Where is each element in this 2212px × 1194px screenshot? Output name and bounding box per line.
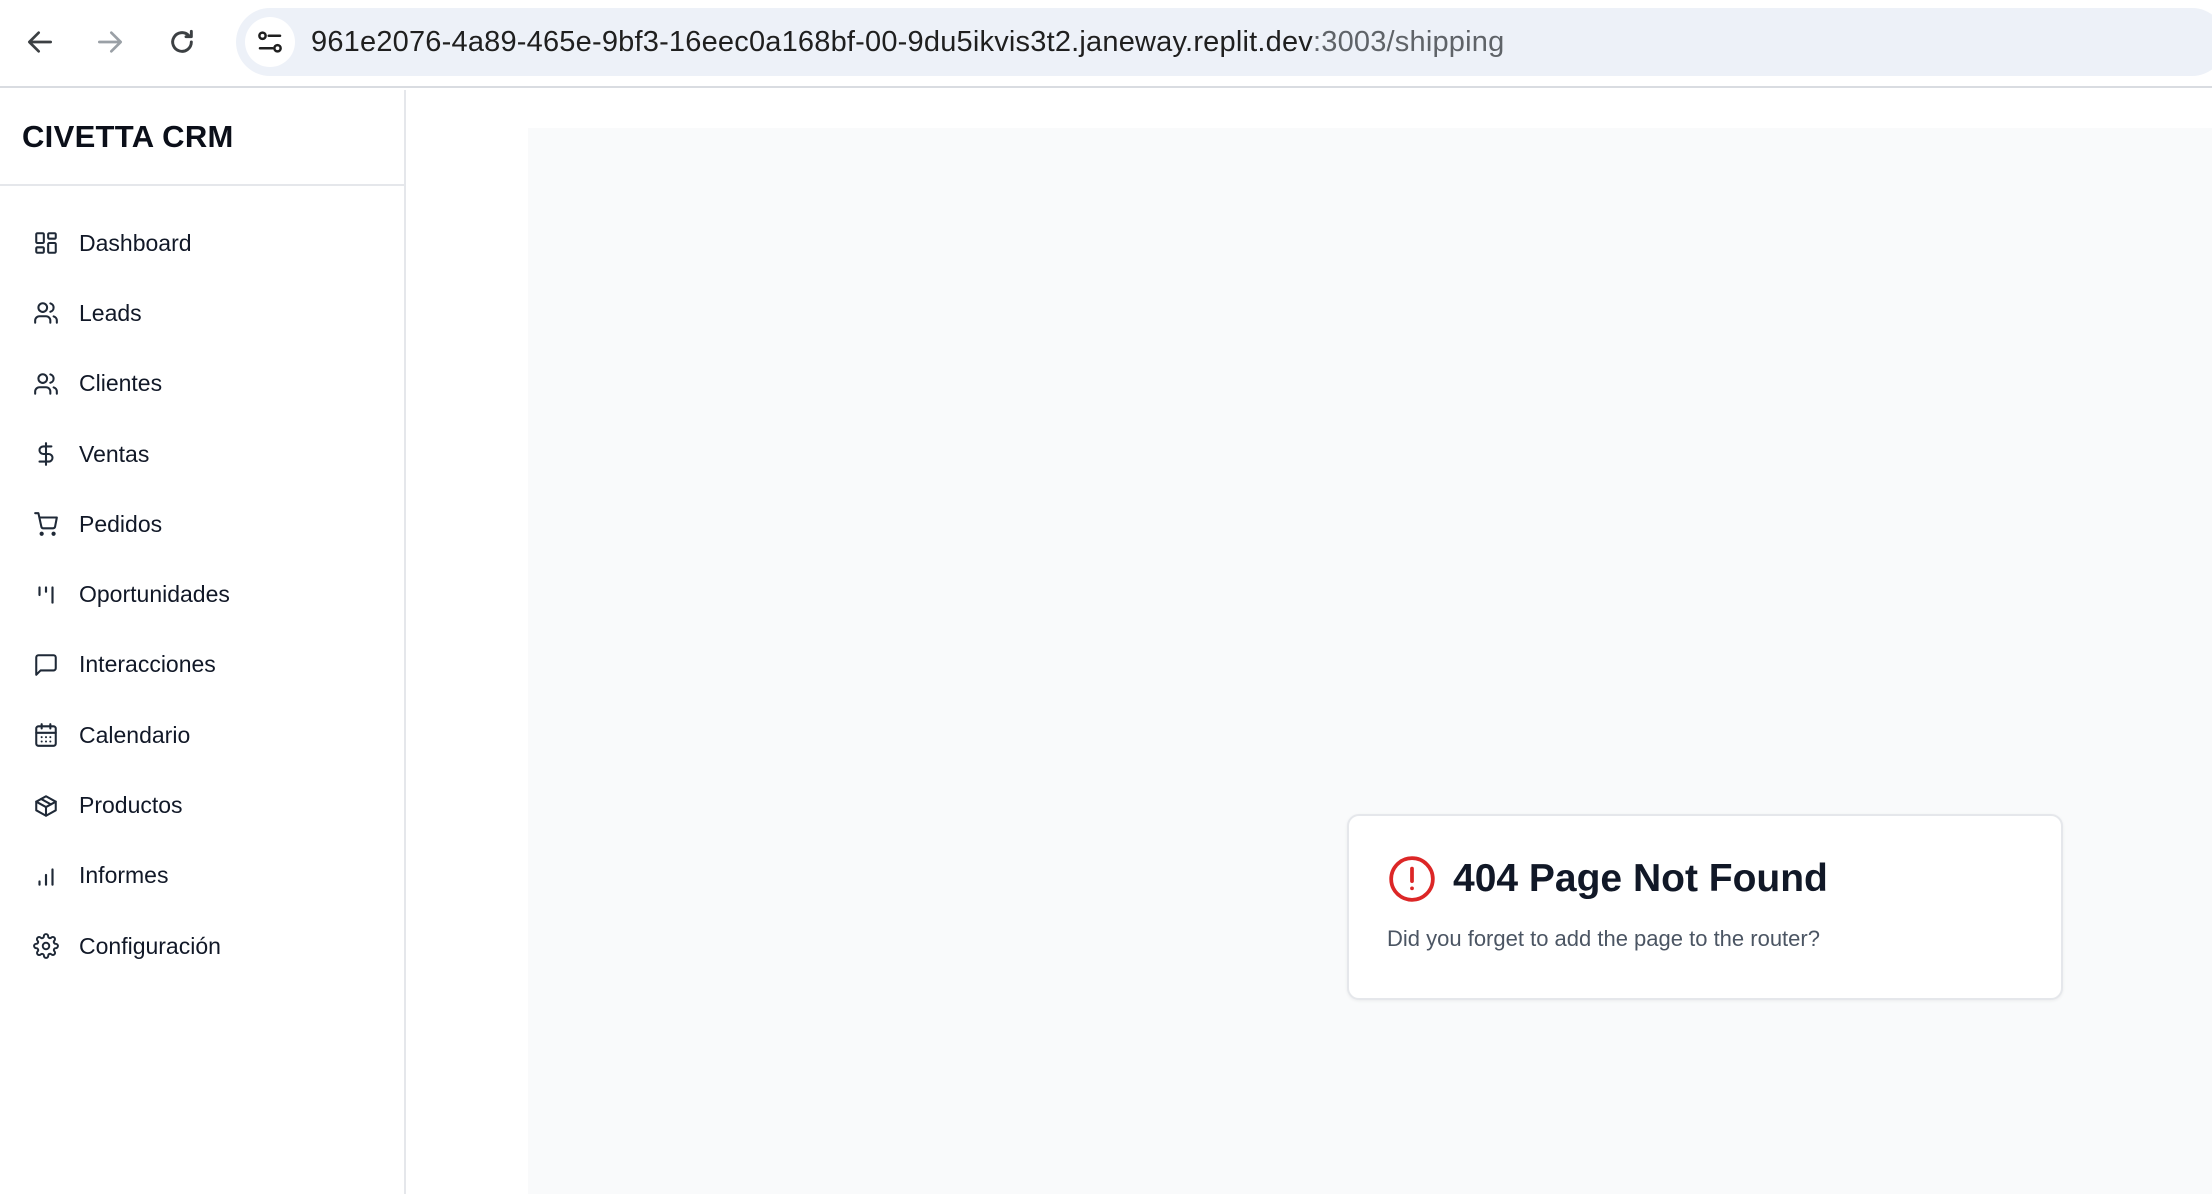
- sidebar-item-label: Configuración: [79, 932, 221, 959]
- sidebar-item-label: Clientes: [79, 370, 163, 397]
- url-host: 961e2076-4a89-465e-9bf3-16eec0a168bf-00-…: [311, 25, 1313, 58]
- settings-icon: [32, 932, 60, 960]
- url-path: :3003/shipping: [1312, 25, 1505, 58]
- back-arrow-icon: [28, 31, 52, 53]
- sidebar-item-ventas[interactable]: Ventas: [0, 419, 404, 489]
- forward-arrow-icon: [98, 31, 122, 53]
- sidebar-item-clientes[interactable]: Clientes: [0, 349, 404, 419]
- sidebar-item-label: Informes: [79, 862, 169, 889]
- not-found-header: 404 Page Not Found: [1387, 854, 2061, 904]
- users-icon: [32, 370, 60, 398]
- brand-header: CIVETTA CRM: [0, 90, 404, 186]
- alert-circle-icon: [1389, 856, 1435, 902]
- address-bar[interactable]: 961e2076-4a89-465e-9bf3-16eec0a168bf-00-…: [236, 8, 2212, 76]
- sidebar-item-productos[interactable]: Productos: [0, 770, 404, 840]
- sidebar-item-pedidos[interactable]: Pedidos: [0, 489, 404, 559]
- sidebar-item-configuracion[interactable]: Configuración: [0, 911, 404, 981]
- site-settings-icon: [258, 31, 282, 53]
- sidebar-item-interacciones[interactable]: Interacciones: [0, 630, 404, 700]
- back-button[interactable]: [16, 18, 64, 66]
- brand-title: CIVETTA CRM: [22, 119, 234, 154]
- sidebar-nav: Dashboard Leads Clientes Ventas Pedidos: [0, 186, 404, 981]
- sidebar-item-label: Ventas: [79, 440, 150, 467]
- not-found-title: 404 Page Not Found: [1453, 857, 1828, 900]
- forward-button[interactable]: [86, 18, 134, 66]
- not-found-card: 404 Page Not Found Did you forget to add…: [1347, 814, 2063, 1000]
- sidebar-item-label: Productos: [79, 792, 183, 819]
- sidebar-item-label: Oportunidades: [79, 581, 230, 608]
- sidebar-item-label: Leads: [79, 299, 142, 326]
- browser-toolbar: 961e2076-4a89-465e-9bf3-16eec0a168bf-00-…: [0, 0, 2212, 88]
- site-settings-button[interactable]: [245, 17, 295, 67]
- sidebar-item-informes[interactable]: Informes: [0, 841, 404, 911]
- package-icon: [32, 792, 60, 820]
- sidebar-item-label: Interacciones: [79, 651, 216, 678]
- sidebar: CIVETTA CRM Dashboard Leads Clientes Ven…: [0, 90, 406, 1194]
- dollar-icon: [32, 440, 60, 468]
- sidebar-item-calendario[interactable]: Calendario: [0, 700, 404, 770]
- url-text[interactable]: 961e2076-4a89-465e-9bf3-16eec0a168bf-00-…: [311, 26, 1504, 59]
- dashboard-icon: [32, 229, 60, 257]
- sidebar-item-label: Pedidos: [79, 510, 163, 537]
- users-icon: [32, 299, 60, 327]
- cart-icon: [32, 510, 60, 538]
- reload-button[interactable]: [158, 18, 206, 66]
- not-found-message: Did you forget to add the page to the ro…: [1387, 926, 1820, 951]
- message-icon: [32, 651, 60, 679]
- sidebar-item-label: Calendario: [79, 721, 191, 748]
- kanban-icon: [32, 581, 60, 609]
- main-area: [408, 90, 2212, 1194]
- sidebar-item-oportunidades[interactable]: Oportunidades: [0, 559, 404, 629]
- reload-icon: [171, 29, 193, 53]
- sidebar-item-leads[interactable]: Leads: [0, 278, 404, 348]
- calendar-icon: [32, 721, 60, 749]
- bar-chart-icon: [32, 862, 60, 890]
- content-panel: [528, 128, 2212, 1194]
- sidebar-item-dashboard[interactable]: Dashboard: [0, 208, 404, 278]
- sidebar-item-label: Dashboard: [79, 229, 192, 256]
